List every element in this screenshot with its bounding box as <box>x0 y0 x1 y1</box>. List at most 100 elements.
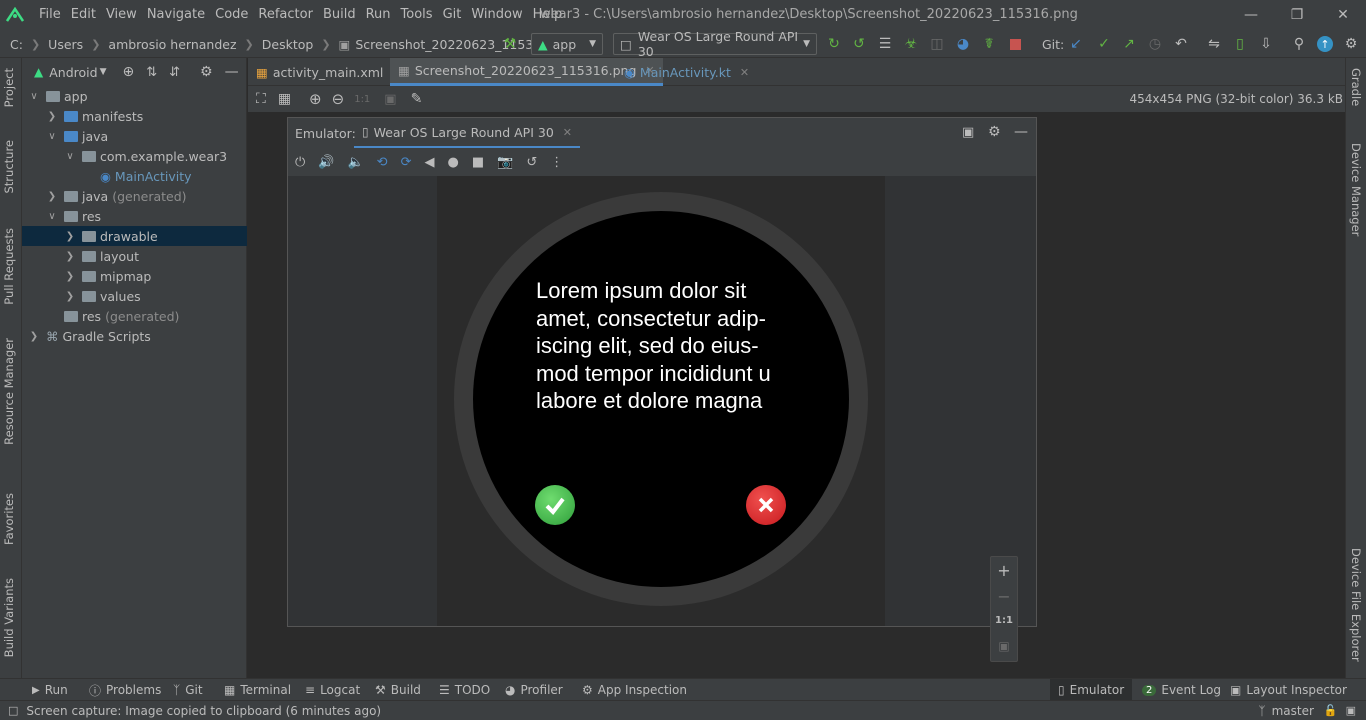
hammer-build-icon[interactable]: ⚒ <box>502 36 518 52</box>
expand-all-icon[interactable]: ⇅ <box>146 65 157 80</box>
watch-face[interactable]: Lorem ipsum dolor sit amet, consectetur … <box>473 211 849 587</box>
status-toggle-icon[interactable]: □ <box>8 704 18 717</box>
bottom-tab-layout-inspector[interactable]: ▣ Layout Inspector <box>1230 679 1347 701</box>
snapshot-icon[interactable]: ↺ <box>526 155 537 170</box>
chevron-right-icon[interactable]: ❯ <box>46 111 58 122</box>
zoom-in-button[interactable]: + <box>991 561 1017 580</box>
tool-tab-gradle[interactable]: Gradle <box>1349 68 1363 106</box>
gradle-sync-icon[interactable]: ⇋ <box>1206 36 1222 52</box>
tab-mainactivity-kt[interactable]: ◉ MainActivity.kt ✕ <box>616 58 757 86</box>
menu-view[interactable]: View <box>101 0 142 30</box>
tree-item[interactable]: ❯ mipmap <box>22 266 247 286</box>
bottom-tab-todo[interactable]: ☰ TODO <box>439 679 490 701</box>
minimize-button[interactable]: — <box>1228 0 1274 30</box>
gear-icon[interactable]: ⚙ <box>200 64 213 80</box>
zoom-out-icon[interactable]: ⊖ <box>332 90 345 108</box>
tree-item[interactable]: res (generated) <box>22 306 247 326</box>
tree-item[interactable]: ❯ manifests <box>22 106 247 126</box>
device-select[interactable]: □ Wear OS Large Round API 30 ▼ <box>613 29 817 59</box>
fit-zoom-icon[interactable]: ▣ <box>384 92 396 107</box>
debug-app-icon[interactable]: ☤ <box>981 36 997 52</box>
coverage-icon[interactable]: ☰ <box>877 36 893 52</box>
actual-size-icon[interactable]: 1:1 <box>354 94 370 105</box>
bottom-tab-build[interactable]: ⚒ Build <box>375 679 421 701</box>
git-update-icon[interactable]: ↙ <box>1068 36 1084 52</box>
menu-code[interactable]: Code <box>210 0 253 30</box>
project-view-select[interactable]: Android <box>49 65 97 80</box>
chevron-right-icon[interactable]: ❯ <box>64 231 76 242</box>
tool-tab-device-file-explorer[interactable]: Device File Explorer <box>1349 548 1363 662</box>
menu-run[interactable]: Run <box>361 0 396 30</box>
menu-window[interactable]: Window <box>466 0 527 30</box>
dock-icon[interactable]: ▣ <box>962 125 974 140</box>
close-window-button[interactable]: ✕ <box>1320 0 1366 30</box>
device-manager-icon[interactable]: ▯ <box>1232 36 1248 52</box>
restore-button[interactable]: ❐ <box>1274 0 1320 30</box>
breadcrumb-users[interactable]: Users <box>48 37 83 52</box>
confirm-button[interactable] <box>535 485 575 525</box>
hide-panel-icon[interactable]: — <box>225 64 239 80</box>
close-tab-icon[interactable]: ✕ <box>740 66 749 79</box>
profile-icon[interactable]: ◕ <box>955 36 971 52</box>
bottom-tab-emulator[interactable]: ▯ Emulator <box>1050 679 1133 701</box>
menu-build[interactable]: Build <box>318 0 361 30</box>
tool-tab-structure[interactable]: Structure <box>2 140 16 194</box>
tool-tab-build-variants[interactable]: Build Variants <box>2 578 16 657</box>
volume-up-icon[interactable]: 🔊 <box>318 155 334 170</box>
history-icon[interactable]: ◷ <box>1147 36 1163 52</box>
chevron-down-icon[interactable]: ∨ <box>46 211 58 222</box>
volume-down-icon[interactable]: 🔈 <box>347 155 363 170</box>
home-icon[interactable]: ● <box>447 155 458 170</box>
locate-icon[interactable]: ⊕ <box>122 64 134 80</box>
hide-icon[interactable]: — <box>1014 124 1028 140</box>
chevron-down-icon[interactable]: ∨ <box>64 151 76 162</box>
tree-item[interactable]: ❯ java (generated) <box>22 186 247 206</box>
bottom-tab-event-log[interactable]: 2 Event Log <box>1142 679 1221 701</box>
settings-icon[interactable]: ⚙ <box>1343 36 1359 52</box>
menu-git[interactable]: Git <box>438 0 467 30</box>
apply-changes-icon[interactable]: ↺ <box>851 36 867 52</box>
grid-icon[interactable]: ▦ <box>278 91 291 107</box>
tool-tab-favorites[interactable]: Favorites <box>2 493 16 545</box>
zoom-actual-size-button[interactable]: 1:1 <box>991 615 1017 626</box>
emulator-device-tab[interactable]: ▯ Wear OS Large Round API 30 ✕ <box>354 118 580 148</box>
tool-tab-pull-requests[interactable]: Pull Requests <box>2 228 16 305</box>
back-icon[interactable]: ◀ <box>424 155 434 170</box>
tree-item[interactable]: ❯ drawable <box>22 226 247 246</box>
zoom-in-icon[interactable]: ⊕ <box>309 90 322 108</box>
tree-item[interactable]: ❯ layout <box>22 246 247 266</box>
chevron-right-icon[interactable]: ❯ <box>64 291 76 302</box>
rotate-left-icon[interactable]: ⟲ <box>377 155 388 170</box>
git-commit-icon[interactable]: ✓ <box>1096 36 1112 52</box>
gear-icon[interactable]: ⚙ <box>988 124 1001 140</box>
breadcrumb-drive[interactable]: C: <box>10 37 23 52</box>
bottom-tab-profiler[interactable]: ◕ Profiler <box>505 679 563 701</box>
search-icon[interactable]: ⚲ <box>1291 36 1307 52</box>
chevron-right-icon[interactable]: ❯ <box>64 251 76 262</box>
bottom-tab-terminal[interactable]: ▦ Terminal <box>224 679 291 701</box>
chevron-right-icon[interactable]: ❯ <box>46 191 58 202</box>
dropdown-arrow-icon[interactable]: ▼ <box>100 67 107 77</box>
rotate-right-icon[interactable]: ⟳ <box>401 155 412 170</box>
rollback-icon[interactable]: ↶ <box>1173 36 1189 52</box>
menu-refactor[interactable]: Refactor <box>253 0 318 30</box>
debug-icon[interactable]: ☣ <box>903 36 919 52</box>
tree-item[interactable]: ❯ ⌘ Gradle Scripts <box>22 326 247 346</box>
memory-indicator-icon[interactable]: ▣ <box>1346 704 1356 717</box>
bottom-tab-app-inspection[interactable]: ⚙ App Inspection <box>582 679 687 701</box>
close-tab-icon[interactable]: ✕ <box>563 126 572 139</box>
git-branch[interactable]: master <box>1272 704 1314 718</box>
bottom-tab-run[interactable]: ▶ Run <box>32 679 68 701</box>
sdk-manager-icon[interactable]: ⇩ <box>1258 36 1274 52</box>
chevron-right-icon[interactable]: ❯ <box>64 271 76 282</box>
breadcrumb-user[interactable]: ambrosio hernandez <box>108 37 236 52</box>
menu-tools[interactable]: Tools <box>396 0 438 30</box>
power-icon[interactable]: ⏻ <box>295 155 305 170</box>
attach-debugger-icon[interactable]: ◫ <box>929 36 945 52</box>
tree-item[interactable]: ◉ MainActivity <box>22 166 247 186</box>
chevron-down-icon[interactable]: ∨ <box>28 91 40 102</box>
collapse-all-icon[interactable]: ⇵ <box>169 65 180 80</box>
tree-item[interactable]: ∨ res <box>22 206 247 226</box>
bottom-tab-problems[interactable]: ⓘ Problems <box>89 679 161 701</box>
zoom-out-button[interactable]: − <box>991 587 1017 606</box>
